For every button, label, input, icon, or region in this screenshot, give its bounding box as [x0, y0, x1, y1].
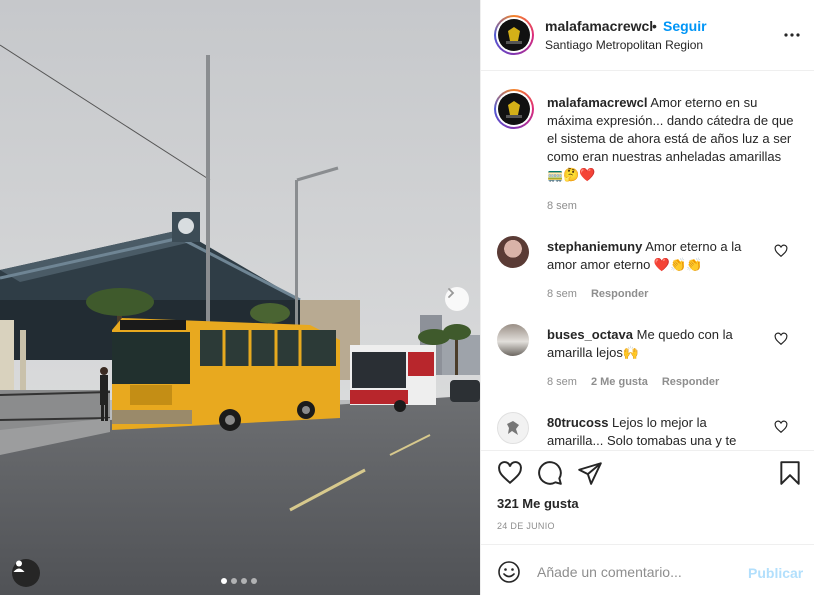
share-icon[interactable]: [577, 460, 603, 486]
post-location[interactable]: Santiago Metropolitan Region: [545, 38, 703, 52]
commenter-avatar[interactable]: [497, 324, 529, 356]
comment-like-icon[interactable]: [774, 332, 788, 346]
comment-like-icon[interactable]: [774, 420, 788, 434]
caption-username[interactable]: malafamacrewcl: [547, 95, 647, 110]
comment-item: buses_octava Me quedo con la amarilla le…: [547, 326, 761, 362]
caption-time[interactable]: 8 sem: [547, 200, 577, 212]
avatar-logo-icon: [507, 421, 519, 435]
comment-icon[interactable]: [537, 460, 563, 486]
comment-item: stephaniemuny Amor eterno a la amor amor…: [547, 238, 761, 274]
post-photo[interactable]: [0, 0, 480, 595]
bookmark-icon[interactable]: [777, 460, 803, 486]
chevron-right-icon: [448, 288, 455, 298]
comment-meta: 8 sem Responder: [547, 288, 648, 300]
reply-button[interactable]: Responder: [591, 288, 648, 300]
caption: malafamacrewcl Amor eterno en su máxima …: [547, 94, 797, 184]
carousel-dot: [231, 578, 237, 584]
avatar-logo-icon: [500, 95, 528, 123]
carousel-dot: [221, 578, 227, 584]
commenter-avatar[interactable]: [497, 412, 529, 444]
reply-button[interactable]: Responder: [662, 376, 719, 388]
carousel-indicator: [221, 578, 257, 584]
comments-list[interactable]: malafamacrewcl Amor eterno en su máxima …: [481, 72, 814, 450]
user-tag-icon: [13, 560, 25, 572]
user-tag-button[interactable]: [12, 559, 40, 587]
carousel-dot: [241, 578, 247, 584]
emoji-icon[interactable]: [497, 560, 521, 584]
more-options-button[interactable]: [781, 26, 803, 44]
comment-like-icon[interactable]: [774, 244, 788, 258]
comment-username[interactable]: buses_octava: [547, 327, 633, 342]
comment-time[interactable]: 8 sem: [547, 288, 577, 300]
comment-time[interactable]: 8 sem: [547, 376, 577, 388]
comment-form: Publicar: [481, 544, 814, 595]
carousel-dot: [251, 578, 257, 584]
commenter-avatar[interactable]: [497, 236, 529, 268]
author-username[interactable]: malafamacrewcl: [545, 18, 653, 34]
heart-icon[interactable]: [497, 460, 523, 486]
comment-likes[interactable]: 2 Me gusta: [591, 376, 648, 388]
publish-button[interactable]: Publicar: [748, 565, 803, 581]
comment-input[interactable]: [537, 559, 737, 585]
caption-meta: 8 sem: [547, 200, 577, 212]
comment-item: 80trucoss Lejos lo mejor la amarilla... …: [547, 414, 761, 450]
separator-dot: •: [652, 18, 657, 34]
comment-username[interactable]: stephaniemuny: [547, 239, 642, 254]
avatar-logo-icon: [500, 21, 528, 49]
post-panel: malafamacrewcl • Seguir Santiago Metropo…: [480, 0, 814, 595]
likes-count[interactable]: 321 Me gusta: [497, 496, 579, 511]
carousel-next-button[interactable]: [445, 287, 469, 311]
post-header: malafamacrewcl • Seguir Santiago Metropo…: [481, 0, 814, 71]
street-scene-image: [0, 0, 480, 595]
comment-username[interactable]: 80trucoss: [547, 415, 608, 430]
author-avatar[interactable]: [494, 15, 534, 55]
follow-button[interactable]: Seguir: [663, 18, 707, 34]
comment-meta: 8 sem 2 Me gusta Responder: [547, 376, 719, 388]
more-options-icon: [784, 33, 800, 37]
caption-avatar[interactable]: [494, 89, 534, 129]
post-date[interactable]: 24 DE JUNIO: [497, 521, 555, 531]
